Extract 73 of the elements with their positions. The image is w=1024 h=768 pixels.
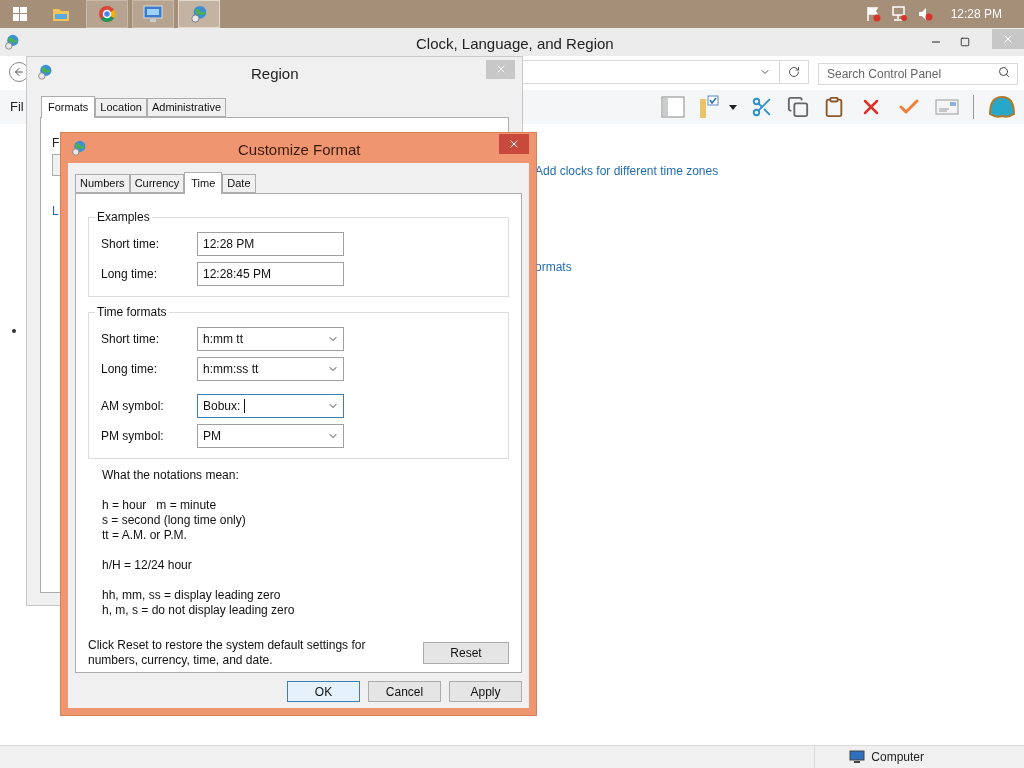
field-label: Short time: xyxy=(101,331,161,348)
close-icon xyxy=(1002,33,1014,45)
group-title: Time formats xyxy=(96,304,168,321)
close-button[interactable] xyxy=(486,59,515,79)
label: F xyxy=(52,135,60,152)
bullet-icon xyxy=(12,329,16,333)
dialog-button[interactable]: Apply xyxy=(449,681,522,702)
dialog-title: Region xyxy=(251,64,299,84)
tab[interactable]: Formats xyxy=(41,96,96,118)
windows-logo-icon[interactable] xyxy=(13,7,27,21)
menu-item[interactable]: Fil xyxy=(10,97,24,117)
text-field[interactable]: 12:28:45 PM xyxy=(197,262,344,286)
reset-description: Click Reset to restore the system default settings for numbers, currency, time, and date. xyxy=(88,638,366,668)
restore-icon[interactable] xyxy=(960,37,970,47)
tab[interactable]: Time xyxy=(184,172,223,194)
taskbar-button[interactable] xyxy=(86,0,128,28)
shell-icon[interactable] xyxy=(988,94,1016,120)
tab[interactable]: Currency xyxy=(129,174,185,193)
globe-icon xyxy=(4,34,20,50)
reset-button[interactable]: Reset xyxy=(423,642,509,664)
folder-icon xyxy=(52,6,70,22)
search-icon[interactable] xyxy=(998,66,1010,78)
text-field[interactable]: 12:28 PM xyxy=(197,232,344,256)
tab[interactable]: Numbers xyxy=(75,174,130,193)
dialog-title: Customize Format xyxy=(238,140,361,160)
note-text: hh, mm, ss = display leading zero xyxy=(102,588,282,603)
note-text: What the notations mean: xyxy=(102,468,240,483)
scissors-icon[interactable] xyxy=(751,96,773,118)
combo-field[interactable]: Bobux: xyxy=(197,394,344,418)
note-text: h = hour m = minute xyxy=(102,498,218,513)
speaker-muted-icon[interactable] xyxy=(916,6,933,22)
window-title: Clock, Language, and Region xyxy=(416,34,614,54)
tab[interactable]: Administrative xyxy=(146,98,226,117)
tab[interactable]: Date xyxy=(222,174,256,193)
monitor-icon xyxy=(143,5,163,23)
note-text: h/H = 12/24 hour xyxy=(102,558,193,573)
note-text: h, m, s = do not display leading zero xyxy=(102,603,296,618)
close-button[interactable] xyxy=(499,134,529,154)
field-label: Long time: xyxy=(101,266,159,283)
globe-icon xyxy=(71,140,87,156)
taskbar-button[interactable] xyxy=(178,0,220,28)
close-icon xyxy=(508,138,520,150)
envelope-icon[interactable] xyxy=(935,98,959,116)
group-title: Examples xyxy=(96,209,151,226)
field-label: Short time: xyxy=(101,236,161,253)
clipboard-icon[interactable] xyxy=(823,96,845,118)
tab[interactable]: Location xyxy=(95,98,147,117)
text-cursor xyxy=(244,399,246,413)
status-text: Computer xyxy=(871,749,924,766)
search-field[interactable]: Search Control Panel xyxy=(818,63,1018,85)
flag-icon[interactable] xyxy=(864,6,881,22)
layout-pane-icon[interactable] xyxy=(661,96,685,118)
chrome-icon xyxy=(98,5,116,23)
field-label: Long time: xyxy=(101,361,159,378)
link[interactable]: L xyxy=(52,202,59,220)
caret-icon[interactable] xyxy=(729,104,737,110)
dialog-button[interactable]: Cancel xyxy=(368,681,441,702)
globe-icon xyxy=(190,5,208,23)
copy-icon[interactable] xyxy=(787,96,809,118)
note-text: tt = A.M. or P.M. xyxy=(102,528,188,543)
combo-field[interactable]: PM xyxy=(197,424,344,448)
dialog-button[interactable]: OK xyxy=(287,681,360,702)
note-text: s = second (long time only) xyxy=(102,513,247,528)
taskbar-button[interactable] xyxy=(132,0,174,28)
globe-icon xyxy=(37,64,53,80)
network-icon[interactable] xyxy=(890,6,907,22)
back-arrow-icon xyxy=(13,66,25,78)
combo-field[interactable]: h:mm tt xyxy=(197,327,344,351)
computer-icon xyxy=(849,750,866,764)
field-label: PM symbol: xyxy=(101,428,165,445)
combo-field[interactable]: h:mm:ss tt xyxy=(197,357,344,381)
field-label: AM symbol: xyxy=(101,398,165,415)
refresh-icon[interactable] xyxy=(788,66,800,78)
